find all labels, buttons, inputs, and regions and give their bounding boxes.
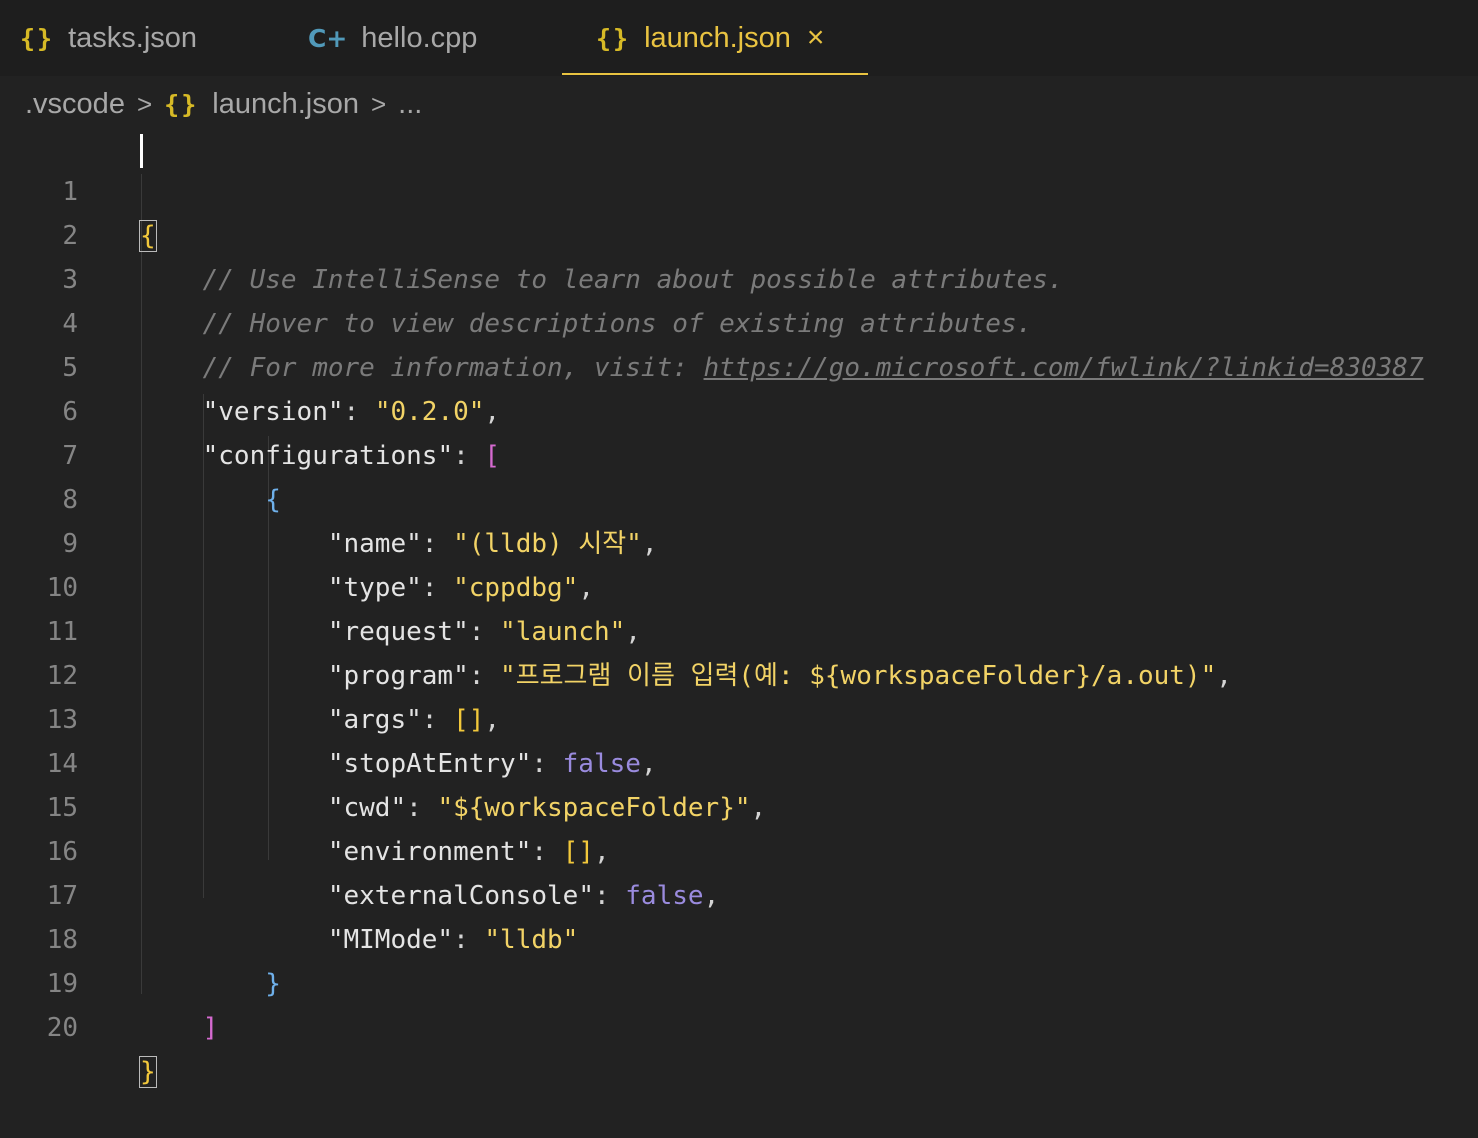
code-line: 5 "version": "0.2.0", bbox=[0, 302, 1478, 427]
brace-close: } bbox=[139, 1056, 157, 1088]
code-line: 1 { bbox=[0, 126, 1478, 252]
breadcrumb: .vscode > {} launch.json > ... bbox=[25, 84, 422, 124]
tab-label: tasks.json bbox=[68, 21, 198, 54]
code-line: 20 } bbox=[0, 962, 1478, 1088]
code-line: 13 "stopAtEntry": false, bbox=[0, 654, 1478, 779]
breadcrumb-file[interactable]: launch.json bbox=[212, 88, 359, 121]
code-line: 12 "args": [], bbox=[0, 610, 1478, 735]
tab-launch-json[interactable]: {} launch.json × bbox=[596, 0, 824, 76]
tab-tasks-json[interactable]: {} tasks.json bbox=[20, 0, 197, 76]
tab-label: hello.cpp bbox=[361, 21, 478, 54]
code-line: 11 "program": "프로그램 이름 입력(예: ${workspace… bbox=[0, 566, 1478, 691]
json-icon: {} bbox=[596, 23, 631, 53]
tab-hello-cpp[interactable]: C+ hello.cpp bbox=[308, 0, 477, 76]
close-icon[interactable]: × bbox=[807, 21, 825, 55]
code-line: 2 // Use IntelliSense to learn about pos… bbox=[0, 170, 1478, 295]
line-number: 20 bbox=[46, 1013, 78, 1043]
tab-bar: {} tasks.json C+ hello.cpp {} launch.jso… bbox=[0, 0, 1478, 76]
code-line: 15 "environment": [], bbox=[0, 742, 1478, 867]
code-line: 18 } bbox=[0, 874, 1478, 999]
cpp-icon: C+ bbox=[308, 23, 348, 53]
code-line: 6 "configurations": [ bbox=[0, 346, 1478, 471]
chevron-right-icon: > bbox=[136, 88, 153, 119]
json-icon: {} bbox=[164, 89, 199, 119]
text-cursor bbox=[140, 134, 143, 168]
code-line: 7 { bbox=[0, 390, 1478, 515]
breadcrumb-more[interactable]: ... bbox=[398, 88, 422, 121]
code-line: 10 "request": "launch", bbox=[0, 522, 1478, 647]
code-line: 16 "externalConsole": false, bbox=[0, 786, 1478, 911]
breadcrumb-folder[interactable]: .vscode bbox=[25, 88, 125, 121]
code-line: 3 // Hover to view descriptions of exist… bbox=[0, 214, 1478, 339]
chevron-right-icon: > bbox=[370, 88, 387, 119]
tab-label: launch.json bbox=[644, 21, 791, 54]
code-line: 8 "name": "(lldb) 시작", bbox=[0, 434, 1478, 559]
code-line: 4 // For more information, visit: https:… bbox=[0, 258, 1478, 383]
code-editor[interactable]: 1 { 2 // Use IntelliSense to learn about… bbox=[0, 126, 1478, 1088]
active-tab-indicator bbox=[562, 73, 868, 75]
code-line: 14 "cwd": "${workspaceFolder}", bbox=[0, 698, 1478, 823]
code-line: 19 ] bbox=[0, 918, 1478, 1043]
code-line: 17 "MIMode": "lldb" bbox=[0, 830, 1478, 955]
code-line: 9 "type": "cppdbg", bbox=[0, 478, 1478, 603]
json-icon: {} bbox=[20, 23, 55, 53]
